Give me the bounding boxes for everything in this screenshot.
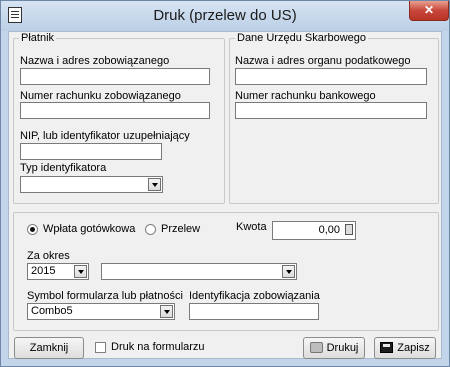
dialog-window: Druk (przelew do US) ✕ Płatnik Nazwa i a…: [0, 0, 450, 367]
tax-office-account-input[interactable]: [235, 102, 427, 119]
id-type-dropdown[interactable]: [20, 176, 163, 193]
save-button[interactable]: Zapisz: [374, 337, 436, 359]
close-button-label: Zamknij: [29, 342, 69, 354]
symbol-value: Combo5: [31, 305, 73, 317]
calculator-icon[interactable]: [345, 224, 353, 235]
payer-name-label: Nazwa i adres zobowiązanego: [20, 55, 170, 67]
printer-icon: [309, 342, 323, 353]
chevron-down-icon[interactable]: [74, 265, 87, 278]
tax-office-name-input[interactable]: [235, 68, 427, 85]
tax-office-account-label: Numer rachunku bankowego: [235, 90, 376, 102]
obligation-id-label: Identyfikacja zobowiązania: [189, 290, 320, 302]
close-window-button[interactable]: ✕: [409, 1, 449, 21]
print-button-label: Drukuj: [326, 342, 359, 354]
id-type-label: Typ identyfikatora: [20, 162, 107, 174]
amount-label: Kwota: [236, 221, 267, 233]
tax-office-name-label: Nazwa i adres organu podatkowego: [235, 55, 411, 67]
print-on-form-label[interactable]: Druk na formularzu: [111, 341, 205, 353]
print-button[interactable]: Drukuj: [303, 337, 365, 359]
chevron-down-icon[interactable]: [160, 305, 173, 318]
obligation-id-input[interactable]: [189, 303, 319, 320]
payer-group-legend: Płatnik: [21, 32, 55, 44]
symbol-dropdown[interactable]: Combo5: [27, 303, 175, 320]
chevron-down-icon[interactable]: [148, 178, 161, 191]
symbol-label: Symbol formularza lub płatności: [27, 290, 183, 302]
transfer-label[interactable]: Przelew: [161, 223, 200, 235]
payer-name-input[interactable]: [20, 68, 210, 85]
title-bar[interactable]: Druk (przelew do US) ✕: [1, 1, 449, 31]
window-title: Druk (przelew do US): [153, 7, 297, 24]
floppy-disk-icon: [380, 342, 394, 353]
dialog-client-area: Płatnik Nazwa i adres zobowiązanego Nume…: [8, 31, 442, 359]
amount-input[interactable]: 0,00: [272, 221, 356, 240]
payer-account-input[interactable]: [20, 102, 210, 119]
period-label: Za okres: [27, 250, 70, 262]
chevron-down-icon[interactable]: [282, 265, 295, 278]
amount-value: 0,00: [318, 224, 340, 236]
close-button[interactable]: Zamknij: [14, 337, 84, 359]
cash-payment-label[interactable]: Wpłata gotówkowa: [43, 223, 135, 235]
year-dropdown[interactable]: 2015: [27, 263, 89, 280]
cash-payment-radio[interactable]: [27, 224, 38, 235]
save-button-label: Zapisz: [397, 342, 430, 354]
year-value: 2015: [31, 265, 56, 277]
tax-office-group-legend: Dane Urzędu Skarbowego: [237, 32, 367, 44]
print-on-form-checkbox[interactable]: [95, 342, 106, 353]
payer-account-label: Numer rachunku zobowiązanego: [20, 90, 181, 102]
period-dropdown[interactable]: [101, 263, 297, 280]
transfer-radio[interactable]: [145, 224, 156, 235]
payer-nip-input[interactable]: [20, 143, 162, 160]
payer-nip-label: NIP, lub identyfikator uzupełniający: [20, 130, 190, 142]
